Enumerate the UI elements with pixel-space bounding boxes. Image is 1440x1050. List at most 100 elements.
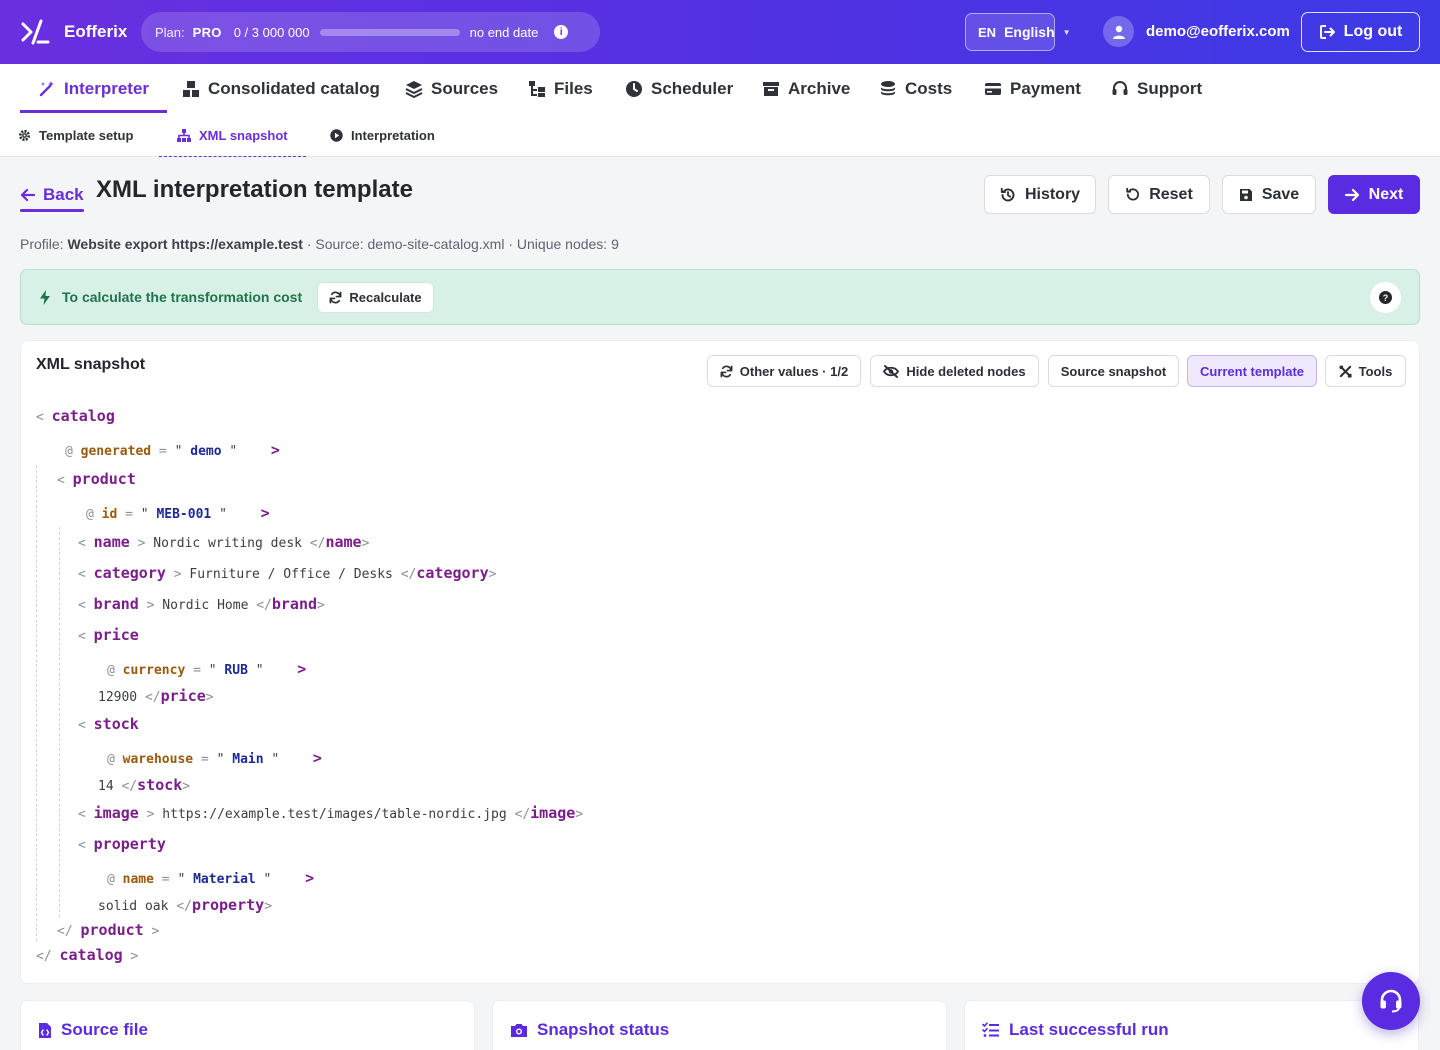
logout-icon: [1319, 25, 1335, 39]
nav-consolidated-catalog-label: Consolidated catalog: [208, 78, 380, 98]
language-name: English: [1004, 24, 1055, 40]
subnav-xml-snapshot-label: XML snapshot: [199, 127, 288, 143]
language-code: EN: [978, 24, 997, 40]
next-button[interactable]: Next: [1328, 175, 1420, 214]
last-run-card: Last successful run: [964, 1000, 1419, 1050]
nav-interpreter[interactable]: Interpreter: [19, 64, 168, 113]
magic-wand-icon: [39, 80, 54, 96]
xml-attr-name[interactable]: @ name = " Material " >: [107, 869, 314, 887]
lightning-icon: [40, 290, 50, 305]
reset-label: Reset: [1149, 185, 1193, 203]
headset-icon: [1380, 989, 1402, 1013]
coins-icon: [881, 80, 895, 95]
xml-node-brand[interactable]: < brand > Nordic Home </brand >: [78, 595, 325, 613]
source-file-card: Source file: [20, 1000, 475, 1050]
sitemap-icon: [177, 128, 191, 142]
info-icon[interactable]: i: [554, 25, 569, 39]
main-navigation: Interpreter Consolidated catalog Sources…: [0, 64, 1440, 113]
arrow-left-icon: [20, 188, 35, 202]
xml-node-stock-close[interactable]: 14 </stock >: [98, 776, 190, 794]
nav-files-label: Files: [554, 78, 593, 98]
reset-button[interactable]: Reset: [1108, 175, 1210, 214]
nav-consolidated-catalog[interactable]: Consolidated catalog: [182, 64, 380, 113]
source-file-title: Source file: [38, 1020, 148, 1040]
back-label: Back: [43, 185, 84, 204]
alert-text: To calculate the transformation cost: [62, 289, 303, 305]
nav-archive[interactable]: Archive: [762, 64, 850, 113]
nav-costs[interactable]: Costs: [879, 64, 952, 113]
nav-files[interactable]: Files: [528, 64, 593, 113]
nav-support-label: Support: [1137, 78, 1203, 98]
gear-icon: [18, 129, 31, 141]
nav-costs-label: Costs: [905, 78, 953, 98]
xml-attr-warehouse[interactable]: @ warehouse = " Main " >: [107, 749, 322, 767]
subnav-xml-snapshot[interactable]: XML snapshot: [159, 113, 306, 157]
brand[interactable]: Eofferix: [20, 18, 127, 46]
nav-support[interactable]: Support: [1111, 64, 1202, 113]
plan-usage: 0 / 3 000 000: [233, 24, 310, 40]
xml-node-property-open[interactable]: < property: [78, 835, 166, 853]
xml-node-catalog-open[interactable]: < catalog: [36, 407, 115, 425]
back-button[interactable]: Back: [20, 178, 84, 212]
history-button[interactable]: History: [984, 175, 1096, 214]
nav-scheduler-label: Scheduler: [651, 78, 734, 98]
subnav-interpretation[interactable]: Interpretation: [330, 113, 435, 157]
xml-node-property-close[interactable]: solid oak </property >: [98, 896, 272, 914]
nav-payment[interactable]: Payment: [984, 64, 1081, 113]
refresh-icon: [329, 291, 342, 304]
recalculate-label: Recalculate: [349, 290, 422, 305]
recalculate-button[interactable]: Recalculate: [317, 282, 434, 313]
xml-attr-generated[interactable]: @ generated = " demo " >: [65, 441, 280, 459]
question-icon: ?: [1379, 291, 1392, 304]
archive-icon: [763, 81, 779, 96]
boxes-icon: [183, 80, 199, 97]
nav-sources-label: Sources: [431, 78, 499, 98]
xml-node-price-close[interactable]: 12900 </price >: [98, 687, 214, 705]
xml-node-category[interactable]: < category > Furniture / Office / Desks …: [78, 564, 496, 582]
credit-card-icon: [985, 82, 1001, 95]
support-chat-button[interactable]: [1362, 972, 1420, 1030]
caret-down-icon: ▼: [1062, 27, 1071, 37]
subnav-interpretation-label: Interpretation: [351, 127, 435, 143]
xml-attr-id[interactable]: @ id = " MEB-001 " >: [86, 504, 270, 522]
xml-attr-currency[interactable]: @ currency = " RUB " >: [107, 660, 306, 678]
xml-node-product-close[interactable]: </ product >: [57, 921, 159, 939]
plan-end-date: no end date: [469, 24, 539, 40]
user-menu[interactable]: demo@eofferix.com: [1103, 16, 1290, 47]
app-name: Eofferix: [64, 22, 128, 41]
xml-node-product-open[interactable]: < product: [57, 470, 136, 488]
layers-icon: [405, 80, 423, 98]
plan-label: Plan:: [155, 24, 185, 40]
reset-icon: [1126, 187, 1140, 201]
nav-scheduler[interactable]: Scheduler: [625, 64, 733, 113]
user-avatar-icon: [1103, 16, 1134, 47]
last-run-title: Last successful run: [982, 1020, 1169, 1040]
xml-tree: < catalog @ generated = " demo " > < pro…: [21, 341, 1421, 985]
help-button[interactable]: ?: [1370, 282, 1401, 313]
xml-node-image[interactable]: < image > https://example.test/images/ta…: [78, 804, 583, 822]
arrow-right-icon: [1344, 188, 1359, 201]
xml-node-price-open[interactable]: < price: [78, 626, 139, 644]
logout-button[interactable]: Log out: [1301, 12, 1420, 52]
snapshot-status-title: Snapshot status: [510, 1020, 669, 1040]
checklist-icon: [982, 1022, 999, 1037]
indent-guide: [36, 465, 37, 941]
file-tree-icon: [529, 80, 545, 97]
language-selector[interactable]: EN English ▼: [965, 13, 1071, 51]
nav-sources[interactable]: Sources: [405, 64, 498, 113]
cost-alert: To calculate the transformation cost Rec…: [20, 269, 1420, 325]
plan-usage-bar: [319, 28, 460, 36]
floppy-disk-icon: [1239, 188, 1252, 201]
logout-label: Log out: [1343, 23, 1403, 40]
profile-label: Profile:: [20, 236, 64, 252]
subnav-template-setup[interactable]: Template setup: [18, 113, 133, 157]
save-button[interactable]: Save: [1222, 175, 1316, 214]
subnav-template-setup-label: Template setup: [39, 127, 134, 143]
xml-node-name[interactable]: < name > Nordic writing desk </name >: [78, 533, 369, 551]
xml-node-catalog-close[interactable]: </ catalog >: [36, 946, 138, 964]
source-file-label: Source file: [61, 1020, 148, 1039]
xml-node-stock-open[interactable]: < stock: [78, 715, 139, 733]
logo-icon: [21, 19, 50, 45]
sub-navigation: Template setup XML snapshot Interpretati…: [0, 113, 1440, 157]
last-run-label: Last successful run: [1009, 1020, 1169, 1039]
